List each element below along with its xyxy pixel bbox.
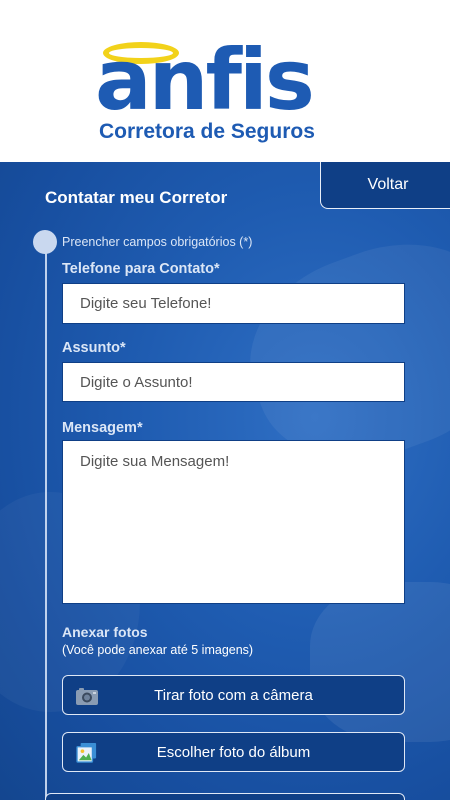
app-header: anfis Corretora de Seguros (0, 0, 450, 162)
attach-photos-note: (Você pode anexar até 5 imagens) (62, 643, 254, 657)
required-fields-note: Preencher campos obrigatórios (*) (62, 235, 253, 249)
phone-label: Telefone para Contato* (62, 261, 220, 277)
take-photo-button[interactable]: Tirar foto com a câmera (62, 675, 405, 715)
choose-album-photo-label: Escolher foto do álbum (156, 743, 311, 761)
message-label: Mensagem* (62, 420, 143, 436)
message-textarea[interactable] (62, 440, 405, 604)
phone-input[interactable] (62, 283, 405, 324)
attach-photos-title: Anexar fotos (62, 624, 148, 640)
back-button[interactable]: Voltar (320, 162, 450, 209)
background-photo-shape (310, 582, 450, 742)
take-photo-label: Tirar foto com a câmera (154, 686, 313, 704)
logo-word: anfis (95, 31, 315, 129)
choose-album-photo-button[interactable]: Escolher foto do álbum (62, 732, 405, 772)
next-button-partial[interactable] (45, 793, 405, 800)
page-title: Contatar meu Corretor (45, 188, 228, 207)
step-timeline-line (45, 244, 47, 800)
subject-label: Assunto* (62, 340, 126, 356)
anfis-logo: anfis Corretora de Seguros (95, 38, 357, 148)
contact-form-panel: Voltar Contatar meu Corretor Preencher c… (0, 162, 450, 800)
subject-input[interactable] (62, 362, 405, 402)
step-indicator-dot (33, 230, 57, 254)
logo-subtitle: Corretora de Seguros (99, 120, 315, 143)
